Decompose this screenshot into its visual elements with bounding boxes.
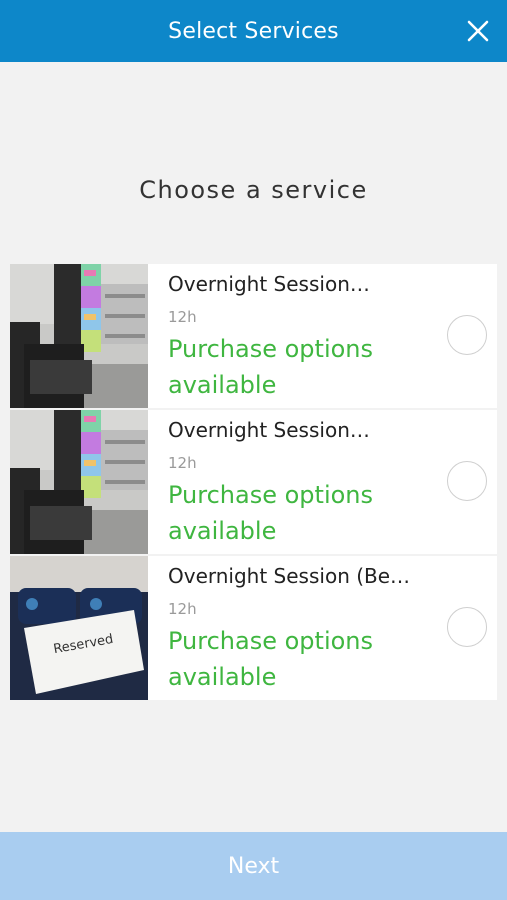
service-info: Overnight Session (Be… 12h Purchase opti… [148,556,438,700]
service-duration: 12h [168,454,197,472]
service-thumbnail [10,410,148,554]
purchase-options-text: Purchase options available [168,335,374,399]
service-item[interactable]: Overnight Session… 12h Purchase options … [10,264,497,408]
service-item[interactable]: Overnight Session… 12h Purchase options … [10,410,497,554]
service-info: Overnight Session… 12h Purchase options … [148,410,438,554]
next-button-label: Next [227,853,280,879]
close-button[interactable] [463,16,493,46]
service-title: Overnight Session… [168,418,370,442]
service-info: Overnight Session… 12h Purchase options … [148,264,438,408]
next-button[interactable]: Next [0,832,507,900]
service-thumbnail: Reserved [10,556,148,700]
service-duration: 12h [168,308,197,326]
service-radio[interactable] [447,461,487,501]
service-list: Overnight Session… 12h Purchase options … [10,264,497,702]
page-title: Select Services [168,18,339,44]
service-title: Overnight Session… [168,272,370,296]
choose-service-heading: Choose a service [139,176,368,204]
header-bar: Select Services [0,0,507,62]
service-duration: 12h [168,600,197,618]
purchase-options-text: Purchase options available [168,481,374,545]
purchase-options-text: Purchase options available [168,627,374,691]
service-thumbnail [10,264,148,408]
service-radio[interactable] [447,315,487,355]
close-icon [467,20,489,42]
service-radio[interactable] [447,607,487,647]
service-item[interactable]: Reserved Overnight Session (Be… 12h Purc… [10,556,497,700]
service-title: Overnight Session (Be… [168,564,411,588]
